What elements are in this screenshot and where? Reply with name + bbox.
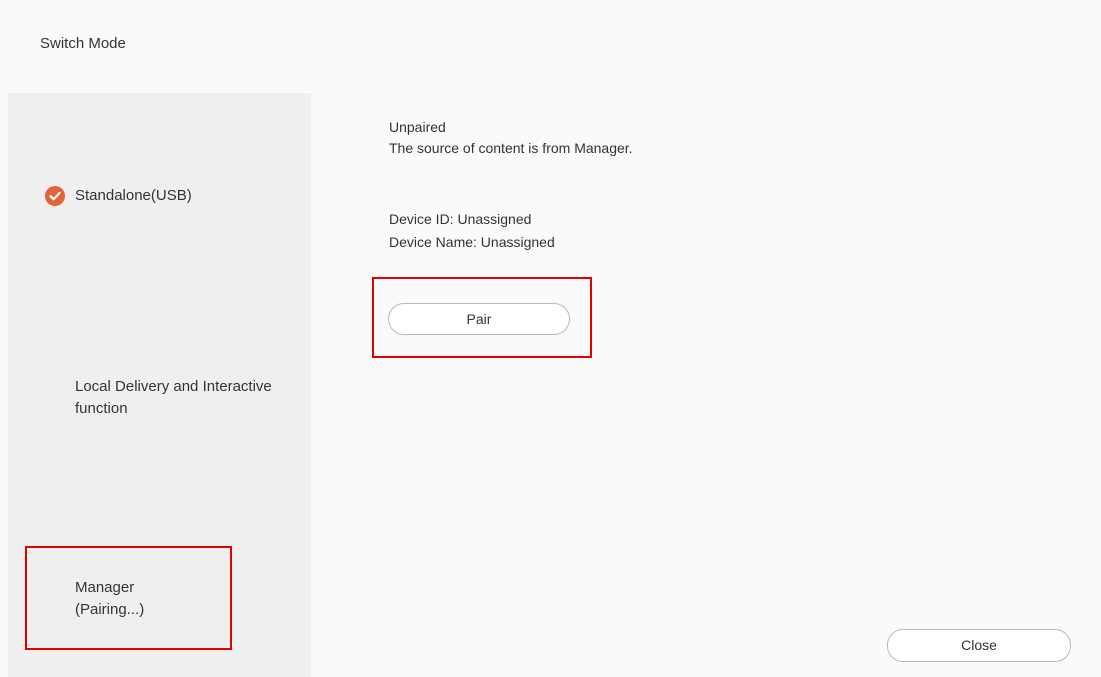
switch-mode-dialog: Switch Mode Standalone(USB) Local Delive…: [0, 0, 1101, 677]
mode-item-standalone[interactable]: Standalone(USB): [8, 186, 311, 216]
dialog-title: Switch Mode: [40, 35, 126, 52]
check-circle-icon: [45, 186, 65, 206]
mode-item-manager[interactable]: Manager (Pairing...): [8, 577, 311, 627]
mode-sidebar: Standalone(USB) Local Delivery and Inter…: [8, 93, 311, 677]
pairing-status-panel: Unpaired The source of content is from M…: [389, 117, 633, 159]
mode-item-label: Local Delivery and Interactive function: [75, 378, 272, 417]
pairing-status: Unpaired: [389, 119, 446, 135]
mode-item-local-delivery[interactable]: Local Delivery and Interactive function: [8, 376, 311, 426]
pair-button[interactable]: Pair: [388, 303, 570, 335]
device-id: Device ID: Unassigned: [389, 211, 532, 227]
device-info: Device ID: Unassigned Device Name: Unass…: [389, 208, 555, 254]
mode-item-label: Manager (Pairing...): [75, 579, 145, 618]
mode-item-label: Standalone(USB): [75, 187, 192, 204]
content-source-text: The source of content is from Manager.: [389, 140, 633, 156]
device-name: Device Name: Unassigned: [389, 234, 555, 250]
close-button[interactable]: Close: [887, 629, 1071, 662]
